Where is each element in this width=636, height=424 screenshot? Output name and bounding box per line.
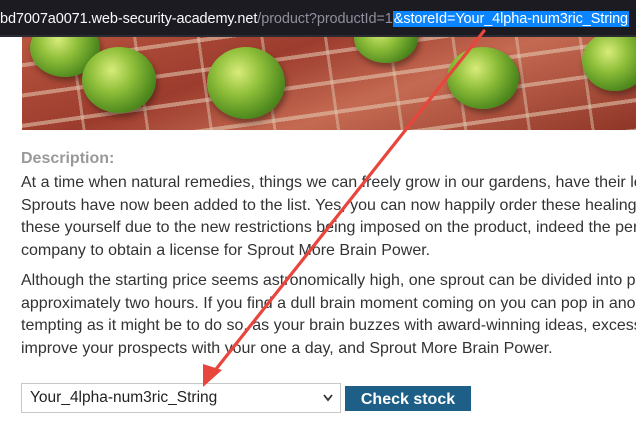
url-selected-text: &storeId=Your_4lpha-num3ric_String xyxy=(392,11,630,27)
description-line: these yourself due to the new restrictio… xyxy=(21,219,636,236)
sprout-shape xyxy=(354,37,418,63)
chevron-down-icon xyxy=(322,384,334,422)
sprout-shape xyxy=(447,47,519,109)
description-line: improve your prospects with your one a d… xyxy=(21,339,553,357)
address-bar[interactable]: bd7007a0071.web-security-academy.net/pro… xyxy=(0,0,636,37)
url-text[interactable]: bd7007a0071.web-security-academy.net/pro… xyxy=(0,9,630,29)
url-path: /product?productId=1 xyxy=(257,11,393,27)
description-line: tempting as it might be to do so, as you… xyxy=(21,317,636,334)
description-line: Although the starting price seems astron… xyxy=(21,272,636,289)
url-host: bd7007a0071.web-security-academy.net xyxy=(0,11,258,27)
description-line: approximately two hours. If you find a d… xyxy=(21,294,636,312)
store-select-value: Your_4lpha-num3ric_String xyxy=(30,389,218,406)
sprout-shape xyxy=(82,47,156,113)
description-paragraph-2: Although the starting price seems astron… xyxy=(21,270,636,360)
description-line: company to obtain a license for Sprout M… xyxy=(21,241,431,259)
description-line: Sprouts have now been added to the list.… xyxy=(21,196,636,214)
store-select[interactable]: Your_4lpha-num3ric_String xyxy=(21,383,341,413)
description-label: Description: xyxy=(21,150,115,167)
check-stock-button[interactable]: Check stock xyxy=(345,386,471,411)
description-line: At a time when natural remedies, things … xyxy=(21,174,636,191)
product-image xyxy=(22,37,636,130)
product-description: Description: At a time when natural reme… xyxy=(21,149,636,364)
sprout-shape xyxy=(207,47,285,119)
description-paragraph-1: At a time when natural remedies, things … xyxy=(21,172,636,262)
sprout-shape xyxy=(582,37,636,91)
